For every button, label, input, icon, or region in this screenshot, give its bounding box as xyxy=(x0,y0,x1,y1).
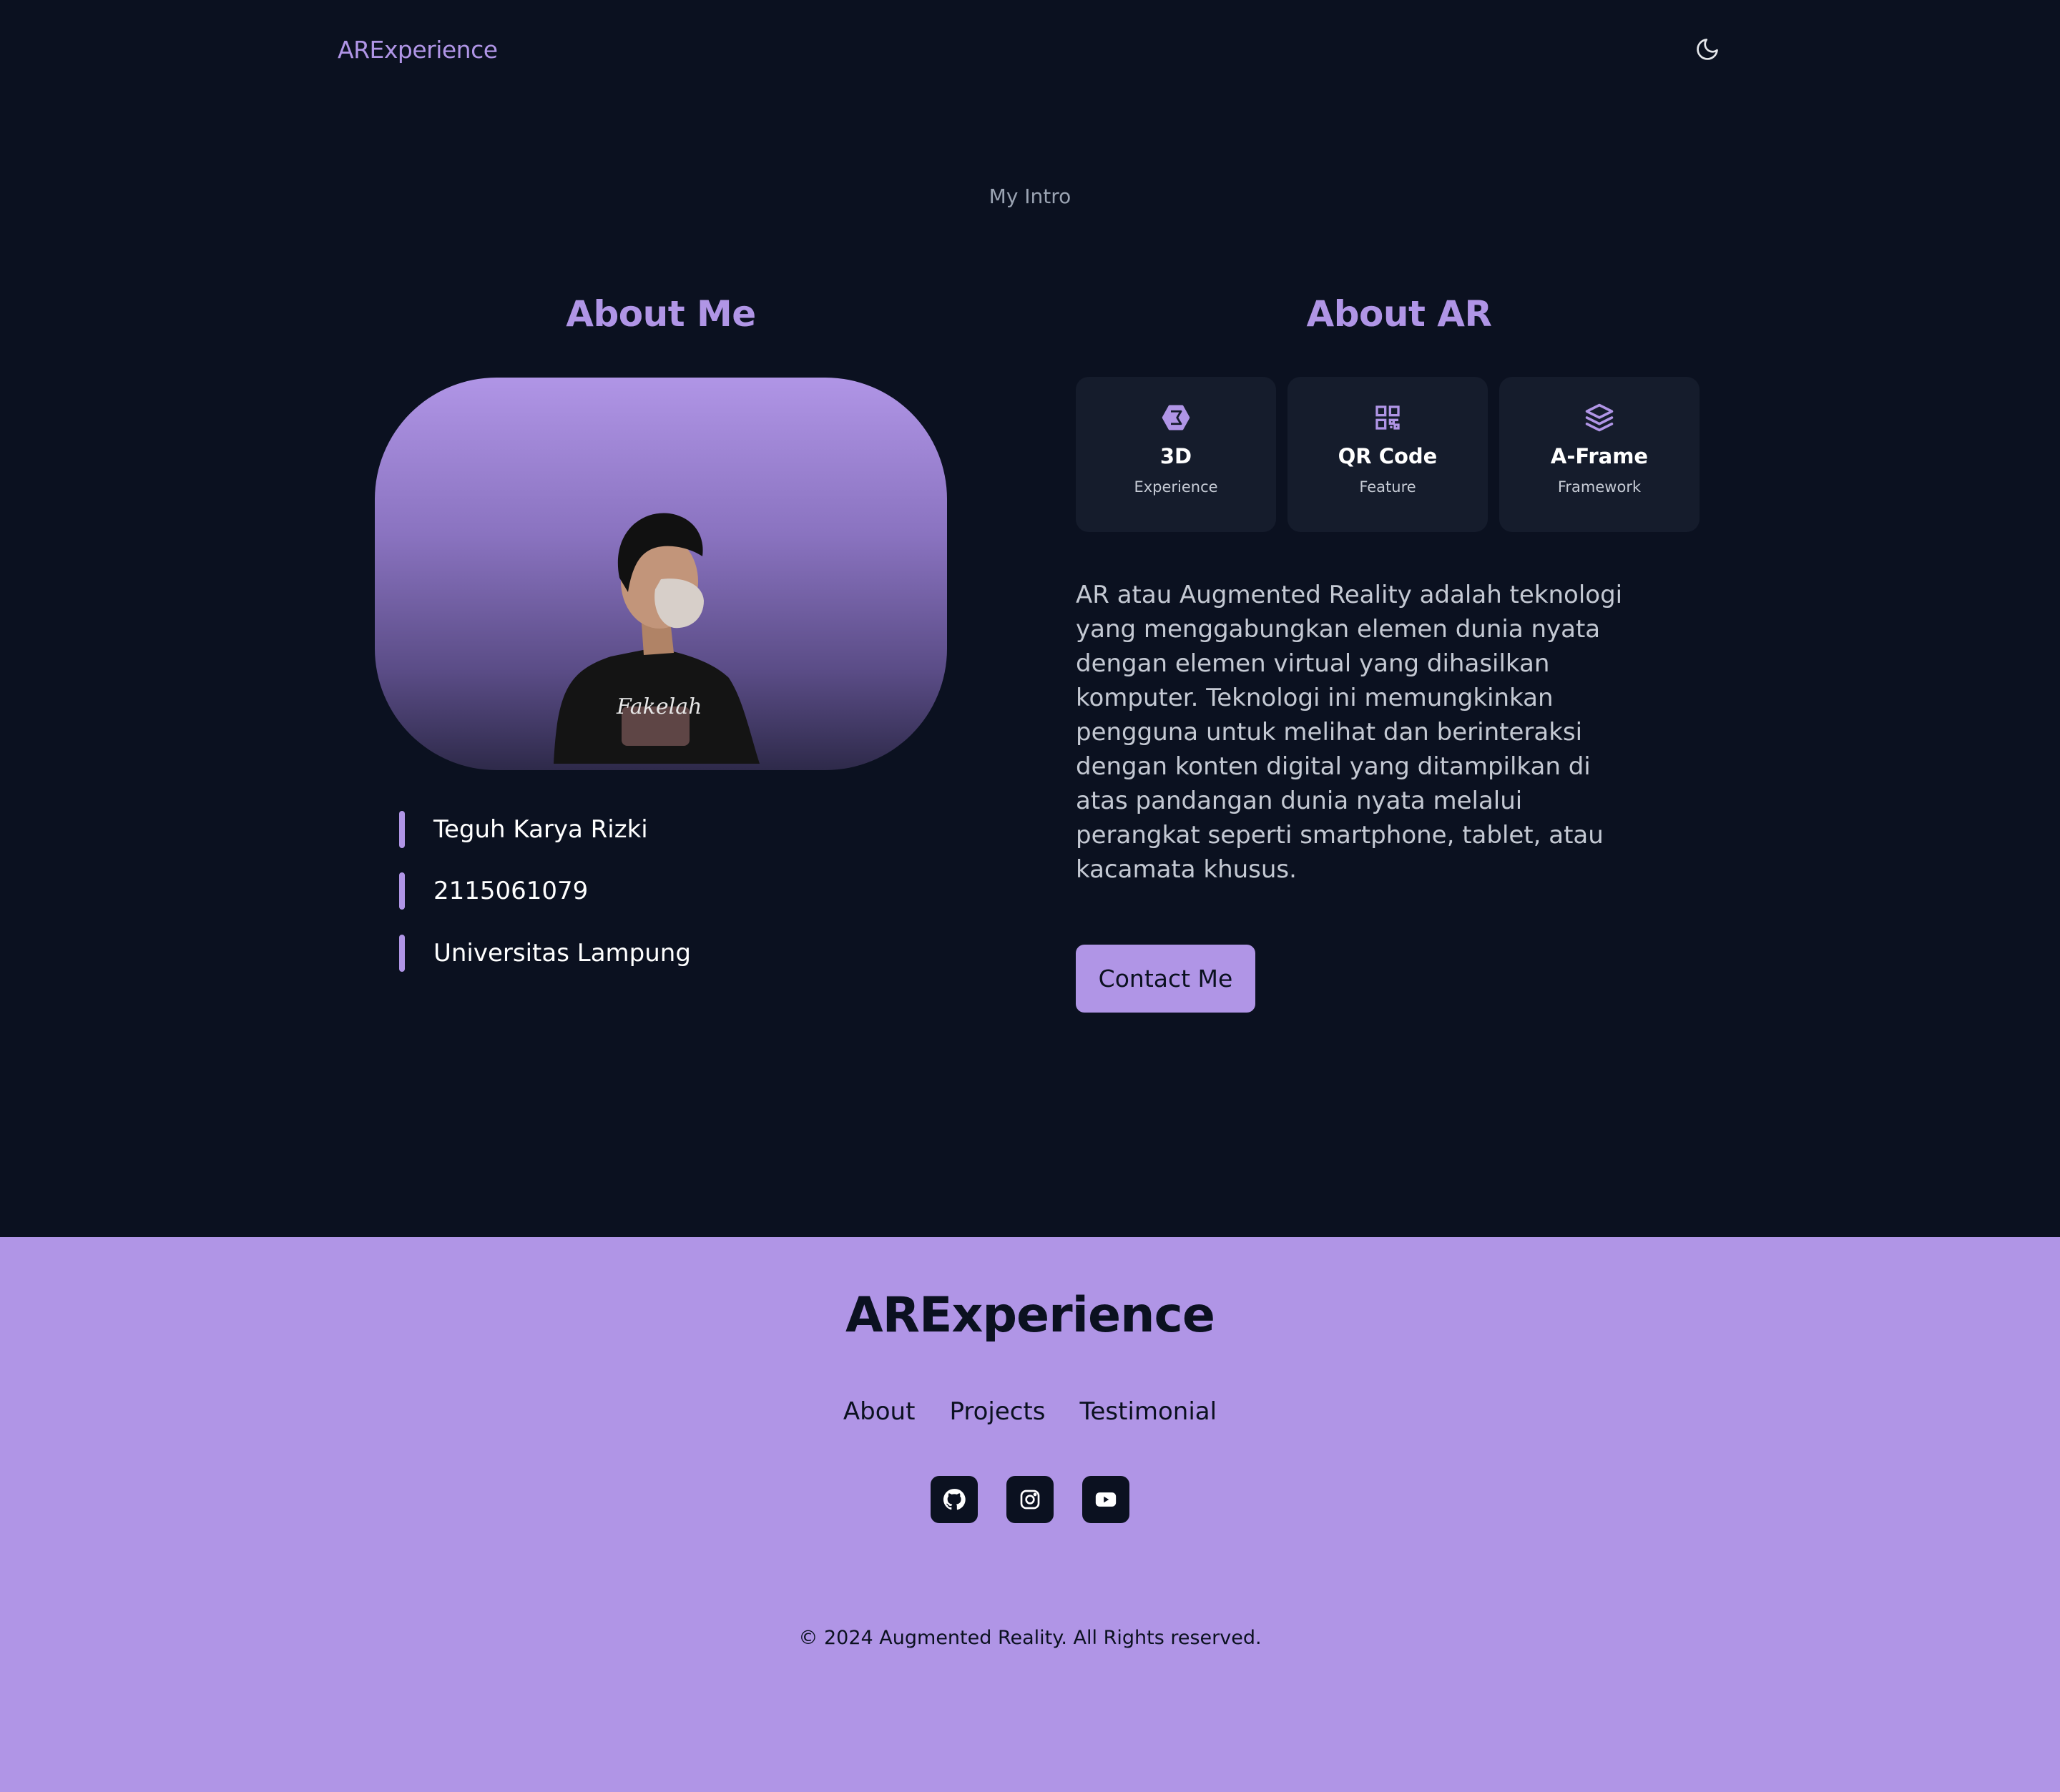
social-links xyxy=(0,1476,2060,1523)
feature-card-qr-code: QR Code Feature xyxy=(1288,377,1488,532)
person-illustration: Fakelah xyxy=(554,513,760,764)
info-item-university: Universitas Lampung xyxy=(399,935,691,972)
card-subtitle: Experience xyxy=(1134,478,1218,496)
info-accent-bar xyxy=(399,872,405,910)
info-item-name: Teguh Karya Rizki xyxy=(399,811,648,848)
profile-photo: Fakelah xyxy=(375,378,947,770)
info-id-text: 2115061079 xyxy=(433,877,589,905)
svg-text:Fakelah: Fakelah xyxy=(616,694,702,719)
card-title: A-Frame xyxy=(1550,444,1649,468)
cube-icon xyxy=(1159,401,1192,434)
contact-me-button[interactable]: Contact Me xyxy=(1076,945,1255,1013)
github-link[interactable] xyxy=(931,1476,978,1523)
instagram-link[interactable] xyxy=(1006,1476,1054,1523)
youtube-link[interactable] xyxy=(1082,1476,1129,1523)
theme-toggle-button[interactable] xyxy=(1691,33,1724,66)
info-accent-bar xyxy=(399,935,405,972)
footer-link-about[interactable]: About xyxy=(843,1397,916,1426)
footer-brand: ARExperience xyxy=(845,1287,1215,1344)
feature-card-a-frame: A-Frame Framework xyxy=(1499,377,1700,532)
feature-card-3d: 3D Experience xyxy=(1076,377,1276,532)
instagram-icon xyxy=(1020,1490,1040,1510)
footer-link-projects[interactable]: Projects xyxy=(949,1397,1045,1426)
info-accent-bar xyxy=(399,811,405,848)
youtube-icon xyxy=(1095,1492,1117,1507)
brand-logo[interactable]: ARExperience xyxy=(338,36,498,64)
card-subtitle: Framework xyxy=(1557,478,1642,496)
info-name-text: Teguh Karya Rizki xyxy=(433,815,648,844)
card-subtitle: Feature xyxy=(1359,478,1416,496)
card-title: QR Code xyxy=(1338,444,1438,468)
info-item-id: 2115061079 xyxy=(399,872,588,910)
section-subtitle: My Intro xyxy=(989,184,1071,208)
copyright-text: © 2024 Augmented Reality. All Rights res… xyxy=(798,1627,1262,1649)
ar-description: AR atau Augmented Reality adalah teknolo… xyxy=(1076,581,1623,884)
qr-code-icon xyxy=(1371,401,1404,434)
footer-link-testimonial[interactable]: Testimonial xyxy=(1079,1397,1217,1426)
footer-nav: About Projects Testimonial xyxy=(0,1397,2060,1426)
info-university-text: Universitas Lampung xyxy=(433,939,691,968)
layers-icon xyxy=(1583,401,1616,434)
card-title: 3D xyxy=(1159,444,1192,468)
about-ar-heading: About AR xyxy=(1306,293,1492,335)
github-icon xyxy=(943,1489,966,1510)
moon-icon xyxy=(1697,39,1718,60)
